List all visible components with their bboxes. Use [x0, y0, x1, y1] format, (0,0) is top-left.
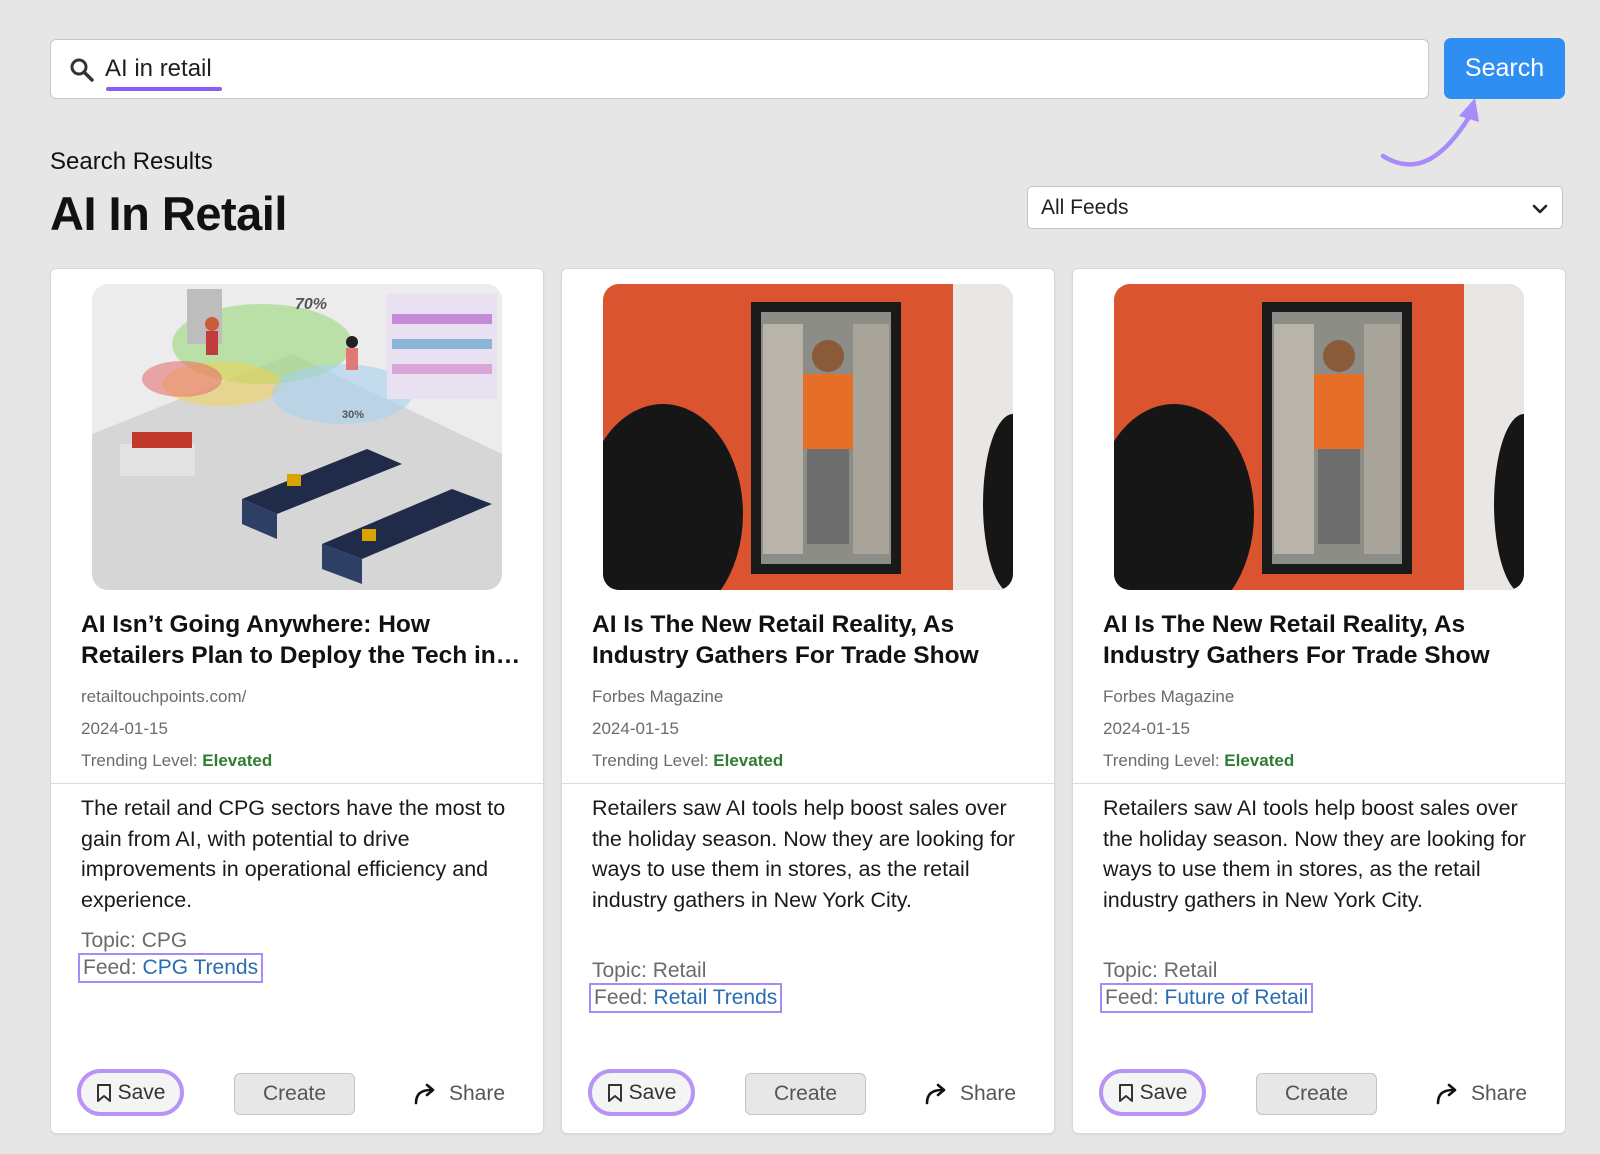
- search-results-label: Search Results: [50, 148, 213, 175]
- result-card[interactable]: AI Is The New Retail Reality, As Industr…: [1072, 268, 1566, 1134]
- trending-level-value: Elevated: [202, 751, 273, 770]
- chevron-down-icon: [1532, 204, 1548, 214]
- save-button-label: Save: [1139, 1080, 1188, 1104]
- article-topic: Topic: Retail: [592, 959, 707, 982]
- save-button-label: Save: [628, 1080, 677, 1104]
- image-label-30: 30%: [342, 409, 364, 421]
- trending-level-value: Elevated: [713, 751, 784, 770]
- share-icon: [925, 1083, 946, 1105]
- result-card[interactable]: AI Is The New Retail Reality, As Industr…: [561, 268, 1055, 1134]
- trending-level-label: Trending Level:: [592, 751, 714, 770]
- search-box[interactable]: [50, 39, 1429, 99]
- share-button-label: Share: [449, 1082, 506, 1105]
- feed-filter-select[interactable]: All Feeds: [1027, 186, 1563, 229]
- trending-level-label: Trending Level:: [1103, 751, 1225, 770]
- save-button[interactable]: Save: [1099, 1069, 1206, 1116]
- article-description: The retail and CPG sectors have the most…: [81, 796, 506, 912]
- feed-label: Feed:: [83, 956, 143, 979]
- feed-link[interactable]: Retail Trends: [654, 986, 778, 1009]
- article-image[interactable]: [1114, 284, 1524, 590]
- feed-label: Feed:: [1105, 986, 1165, 1009]
- article-date: 2024-01-15: [1103, 719, 1190, 738]
- save-button[interactable]: Save: [77, 1069, 184, 1116]
- page-title: AI In Retail: [50, 187, 287, 240]
- feed-link[interactable]: CPG Trends: [143, 956, 259, 979]
- article-image[interactable]: 70% 30%: [92, 284, 502, 590]
- article-description: Retailers saw AI tools help boost sales …: [592, 796, 1016, 912]
- card-divider: [1073, 783, 1565, 784]
- image-label-70: 70%: [295, 296, 327, 313]
- trending-level: Trending Level: Elevated: [1103, 751, 1294, 771]
- feed-label: Feed:: [594, 986, 654, 1009]
- share-button[interactable]: Share: [413, 1074, 523, 1114]
- article-image[interactable]: [603, 284, 1013, 590]
- article-topic: Topic: CPG: [81, 929, 188, 952]
- article-source: Forbes Magazine: [1103, 687, 1235, 706]
- create-button[interactable]: Create: [234, 1073, 355, 1115]
- bookmark-icon: [607, 1083, 622, 1102]
- article-title[interactable]: AI Isn’t Going Anywhere: How Retailers P…: [81, 609, 521, 671]
- share-button[interactable]: Share: [1435, 1074, 1545, 1114]
- share-button-label: Share: [1471, 1082, 1528, 1105]
- article-description: Retailers saw AI tools help boost sales …: [1103, 796, 1527, 912]
- article-date: 2024-01-15: [592, 719, 679, 738]
- trending-level: Trending Level: Elevated: [81, 751, 272, 771]
- trending-level-label: Trending Level:: [81, 751, 203, 770]
- save-button[interactable]: Save: [588, 1069, 695, 1116]
- share-icon: [414, 1083, 435, 1105]
- share-button-label: Share: [960, 1082, 1017, 1105]
- search-query-highlight: [106, 87, 222, 91]
- save-button-label: Save: [117, 1080, 166, 1104]
- bookmark-icon: [1118, 1083, 1133, 1102]
- share-button[interactable]: Share: [924, 1074, 1034, 1114]
- create-button[interactable]: Create: [1256, 1073, 1377, 1115]
- article-title[interactable]: AI Is The New Retail Reality, As Industr…: [1103, 609, 1543, 671]
- article-feed: Feed: Retail Trends: [589, 983, 783, 1013]
- search-input[interactable]: [105, 50, 1395, 88]
- create-button[interactable]: Create: [745, 1073, 866, 1115]
- bookmark-icon: [96, 1083, 111, 1102]
- annotation-arrow-icon: [1380, 98, 1479, 167]
- article-feed: Feed: CPG Trends: [78, 953, 264, 983]
- article-title[interactable]: AI Is The New Retail Reality, As Industr…: [592, 609, 1032, 671]
- card-divider: [51, 783, 543, 784]
- result-card[interactable]: 70% 30% AI Isn’t Going Anywhere: How Ret…: [50, 268, 544, 1134]
- trending-level: Trending Level: Elevated: [592, 751, 783, 771]
- article-source: retailtouchpoints.com/: [81, 687, 247, 706]
- search-icon: [70, 58, 94, 82]
- article-source: Forbes Magazine: [592, 687, 724, 706]
- feed-link[interactable]: Future of Retail: [1165, 986, 1309, 1009]
- share-icon: [1436, 1083, 1457, 1105]
- feed-filter-value: All Feeds: [1041, 196, 1129, 219]
- card-divider: [562, 783, 1054, 784]
- trending-level-value: Elevated: [1224, 751, 1295, 770]
- article-topic: Topic: Retail: [1103, 959, 1218, 982]
- article-feed: Feed: Future of Retail: [1100, 983, 1314, 1013]
- article-date: 2024-01-15: [81, 719, 168, 738]
